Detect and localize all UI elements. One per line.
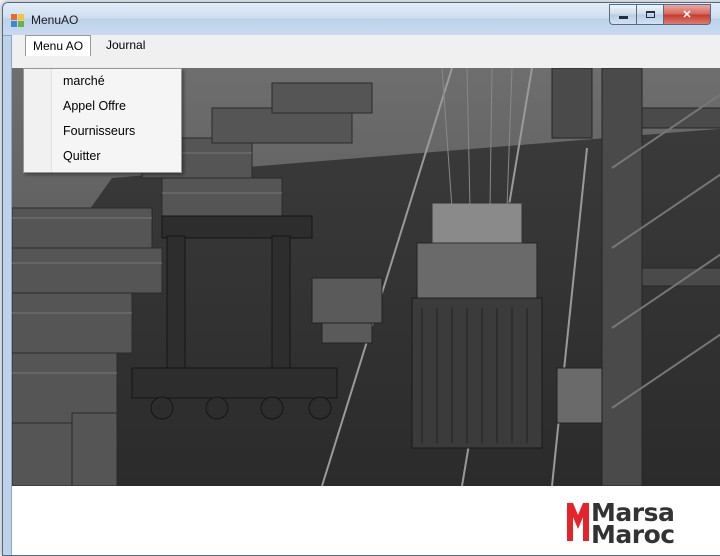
logo-area: Marsa Maroc	[12, 486, 720, 555]
marsa-maroc-logo: Marsa Maroc	[567, 498, 707, 549]
title-bar[interactable]: MenuAO ✕	[3, 3, 720, 36]
menu-item-appel-offre[interactable]: Appel Offre	[26, 95, 178, 117]
maximize-button[interactable]	[636, 4, 663, 25]
menu-item-label: Fournisseurs	[63, 124, 136, 138]
app-icon[interactable]	[11, 14, 27, 28]
menu-item-marche[interactable]: marché	[26, 70, 178, 92]
minimize-button[interactable]	[609, 4, 636, 25]
menu-item-fournisseurs[interactable]: Fournisseurs	[26, 120, 178, 142]
menu-item-label: Quitter	[63, 149, 101, 163]
marsa-maroc-m-icon	[567, 503, 589, 541]
menu-item-quitter[interactable]: Quitter	[26, 145, 178, 167]
close-button[interactable]: ✕	[663, 4, 711, 25]
menu-menu-ao[interactable]: Menu AO	[25, 35, 92, 56]
caption-buttons: ✕	[609, 4, 711, 25]
menu-strip: Menu AO Journal	[12, 35, 720, 56]
window-title: MenuAO	[31, 13, 79, 27]
logo-line-2: Maroc	[591, 520, 675, 549]
menu-ao-dropdown: marché Appel Offre Fournisseurs Quitter	[23, 68, 182, 173]
maximize-icon	[645, 11, 655, 18]
minimize-icon	[618, 16, 628, 19]
menu-journal[interactable]: Journal	[99, 35, 152, 55]
menu-item-label: Appel Offre	[63, 99, 127, 113]
close-icon: ✕	[682, 9, 692, 21]
menu-item-label: marché	[63, 74, 105, 88]
